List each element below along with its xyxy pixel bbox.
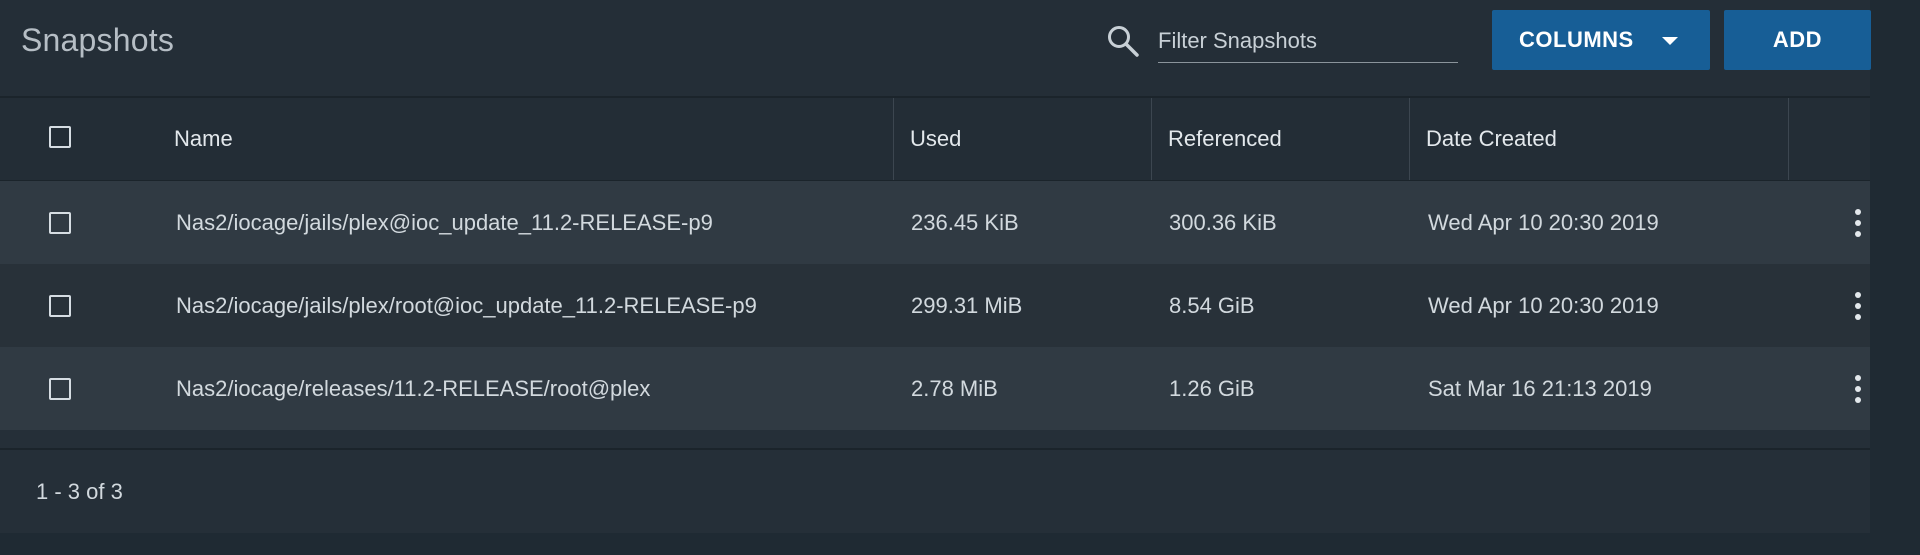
search-icon bbox=[1108, 26, 1139, 57]
snapshot-date-created: Sat Mar 16 21:13 2019 bbox=[1428, 375, 1652, 401]
table-row[interactable]: Nas2/iocage/jails/plex@ioc_update_11.2-R… bbox=[0, 181, 1870, 264]
columns-button-label: COLUMNS bbox=[1519, 27, 1634, 52]
snapshot-name: Nas2/iocage/jails/plex/root@ioc_update_1… bbox=[176, 292, 757, 318]
add-button[interactable]: ADD bbox=[1724, 10, 1871, 70]
table-spacer bbox=[0, 430, 1870, 448]
column-header-referenced[interactable]: Referenced bbox=[1168, 98, 1282, 180]
page-title: Snapshots bbox=[21, 22, 175, 58]
column-divider bbox=[893, 98, 894, 180]
snapshot-referenced: 1.26 GiB bbox=[1169, 375, 1255, 401]
more-vert-icon[interactable] bbox=[1846, 181, 1870, 264]
column-divider bbox=[1151, 98, 1152, 180]
more-vert-icon[interactable] bbox=[1846, 264, 1870, 347]
column-divider bbox=[1788, 98, 1789, 180]
column-header-date-created[interactable]: Date Created bbox=[1426, 98, 1557, 180]
snapshot-used: 236.45 KiB bbox=[911, 209, 1019, 235]
snapshot-name: Nas2/iocage/jails/plex@ioc_update_11.2-R… bbox=[176, 209, 713, 235]
snapshot-date-created: Wed Apr 10 20:30 2019 bbox=[1428, 209, 1659, 235]
column-header-name[interactable]: Name bbox=[174, 98, 233, 180]
column-divider bbox=[1409, 98, 1410, 180]
table-header: Name Used Referenced Date Created bbox=[0, 98, 1870, 181]
snapshots-card: Snapshots COLUMNS ADD Name Used Referenc… bbox=[0, 0, 1871, 533]
snapshot-used: 299.31 MiB bbox=[911, 292, 1023, 318]
column-header-used[interactable]: Used bbox=[910, 98, 961, 180]
row-checkbox[interactable] bbox=[49, 295, 71, 317]
row-checkbox[interactable] bbox=[49, 378, 71, 400]
select-all-checkbox[interactable] bbox=[49, 126, 71, 148]
more-vert-icon[interactable] bbox=[1846, 347, 1870, 430]
row-checkbox[interactable] bbox=[49, 212, 71, 234]
table-row[interactable]: Nas2/iocage/releases/11.2-RELEASE/root@p… bbox=[0, 347, 1870, 430]
pagination-label: 1 - 3 of 3 bbox=[36, 478, 123, 504]
table-row[interactable]: Nas2/iocage/jails/plex/root@ioc_update_1… bbox=[0, 264, 1870, 347]
snapshot-date-created: Wed Apr 10 20:30 2019 bbox=[1428, 292, 1659, 318]
columns-button[interactable]: COLUMNS bbox=[1492, 10, 1710, 70]
snapshot-used: 2.78 MiB bbox=[911, 375, 998, 401]
table-footer: 1 - 3 of 3 bbox=[0, 448, 1870, 533]
toolbar: Snapshots COLUMNS ADD bbox=[0, 0, 1871, 98]
snapshot-referenced: 8.54 GiB bbox=[1169, 292, 1255, 318]
filter-snapshots-input[interactable] bbox=[1158, 20, 1458, 63]
snapshot-referenced: 300.36 KiB bbox=[1169, 209, 1277, 235]
caret-down-icon bbox=[1662, 37, 1678, 45]
snapshot-name: Nas2/iocage/releases/11.2-RELEASE/root@p… bbox=[176, 375, 651, 401]
